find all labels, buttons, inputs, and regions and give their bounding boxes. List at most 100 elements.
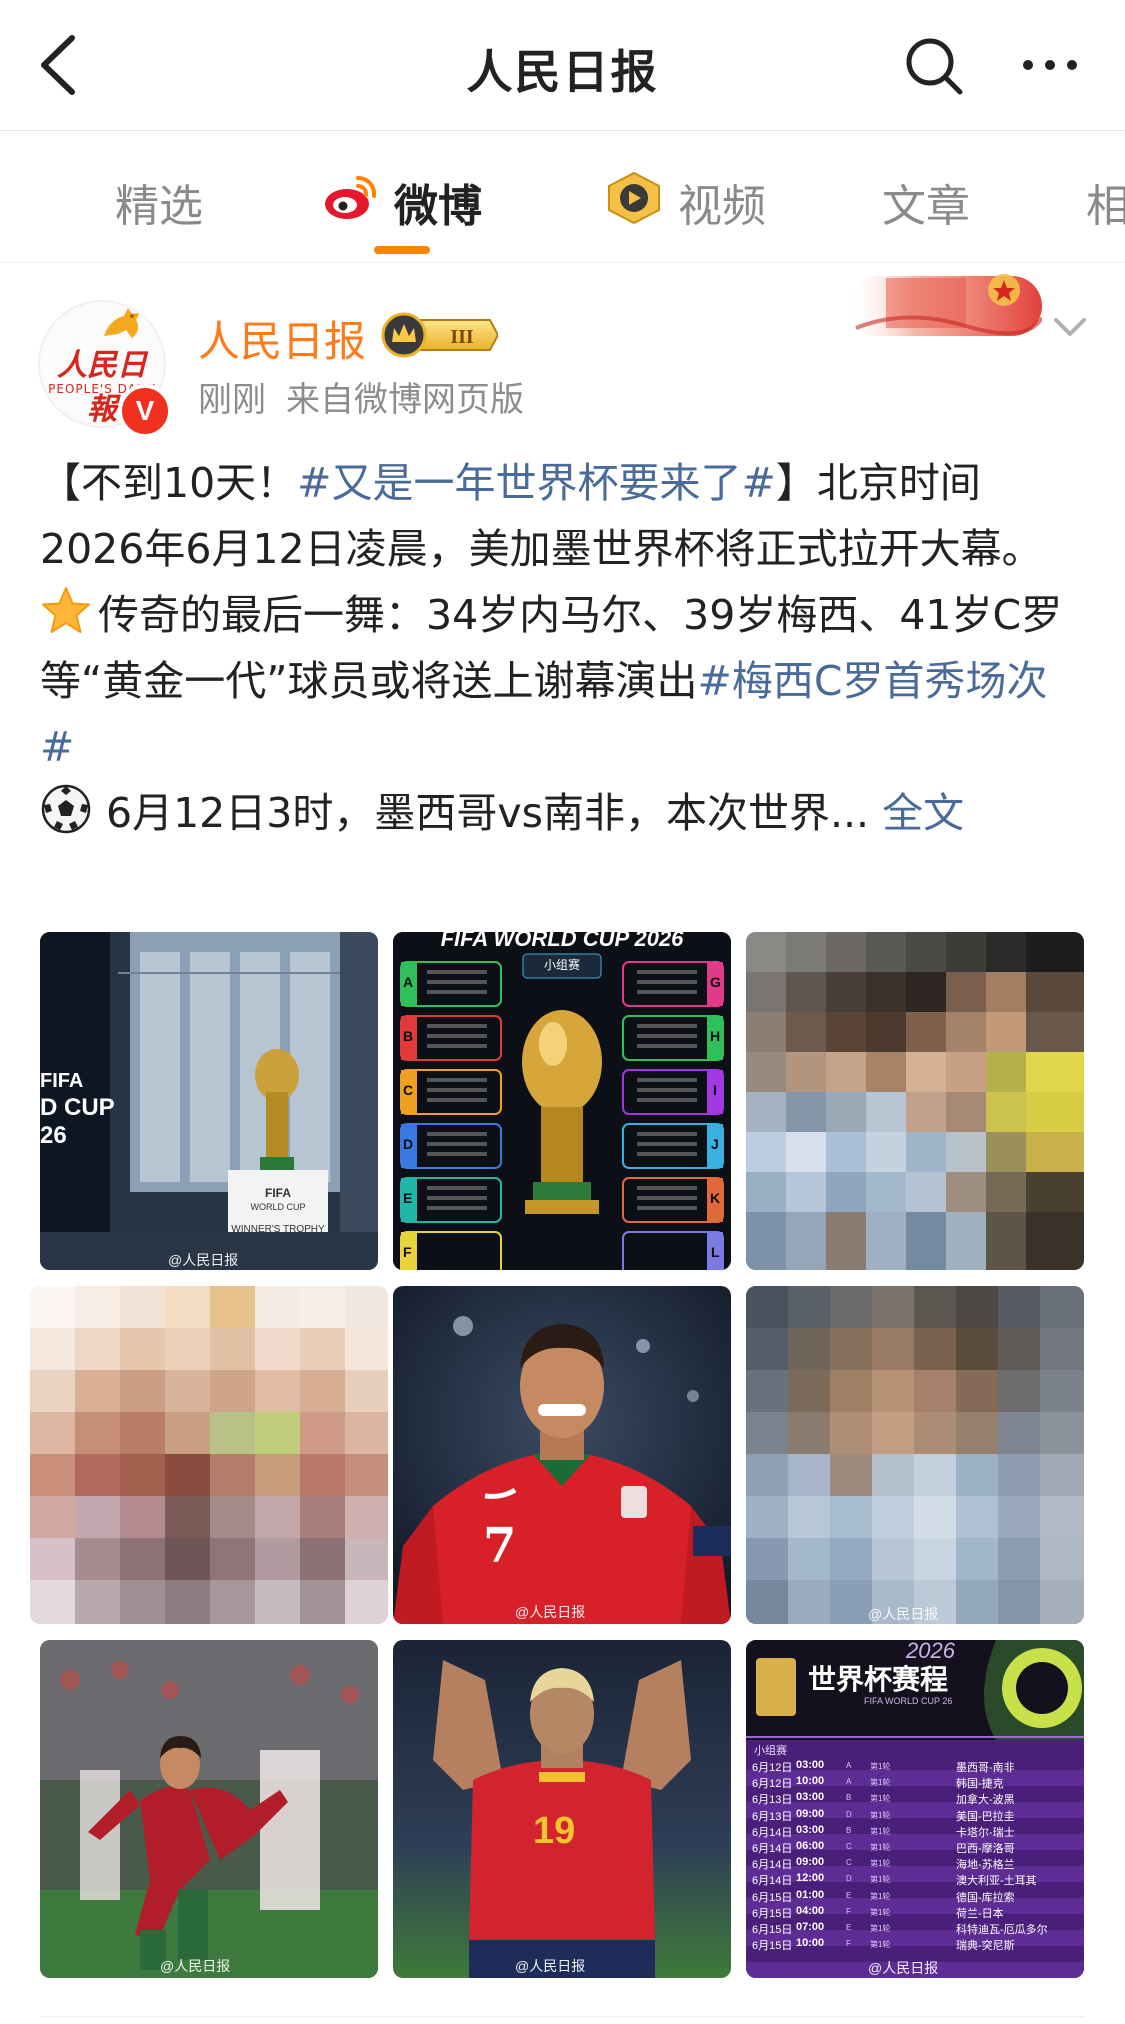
schedule-round: 第1轮	[870, 1891, 891, 1901]
schedule-time: 04:00	[796, 1904, 825, 1917]
image-9-schedule[interactable]: 2026 世界杯赛程 FIFA WORLD CUP 26 FIFA 小组赛 6月…	[746, 1640, 1084, 1978]
schedule-round: 第1轮	[870, 1762, 891, 1771]
schedule-round: 第1轮	[870, 1924, 891, 1933]
profile-tabs: 精选 微博 视频 文章 相	[0, 130, 1125, 263]
group-a-letter: A	[403, 974, 414, 990]
schedule-row: 6月12日 03:00 A 第1轮 墨西哥-南非	[746, 1758, 1084, 1774]
schedule-date: 6月15日	[752, 1907, 793, 1920]
image-3-pixelated[interactable]	[746, 932, 1084, 1270]
schedule-match: 荷兰-日本	[956, 1907, 1004, 1920]
plinth-fifa: FIFA	[265, 1186, 291, 1200]
schedule-group: E	[846, 1890, 852, 1900]
schedule-match: 科特迪瓦-厄瓜多尔	[956, 1924, 1048, 1936]
celebration-photo-illustration	[40, 1640, 378, 1978]
schedule-group: D	[846, 1809, 852, 1819]
pixelated-photo	[30, 1286, 388, 1624]
poster-title: FIFA WORLD CUP 2026	[440, 932, 684, 951]
tab-weibo[interactable]: 微博	[394, 170, 482, 234]
schedule-date: 6月14日	[752, 1859, 793, 1872]
watermark: @人民日报	[160, 1958, 231, 1974]
top-bar: 人民日报	[0, 0, 1125, 131]
schedule-match: 美国-巴拉圭	[956, 1810, 1015, 1823]
schedule-row: 6月15日 07:00 E 第1轮 科特迪瓦-厄瓜多尔	[746, 1920, 1084, 1936]
schedule-title: 世界杯赛程	[808, 1664, 949, 1695]
schedule-time: 03:00	[796, 1791, 825, 1804]
schedule-round: 第1轮	[870, 1810, 891, 1820]
schedule-round: 第1轮	[870, 1778, 891, 1788]
search-icon[interactable]	[900, 30, 970, 100]
author-name[interactable]: 人民日报	[198, 308, 366, 369]
text-lead: 【不到10天！	[40, 459, 298, 507]
tab-albums-partial[interactable]: 相	[1086, 170, 1125, 234]
more-options-icon[interactable]	[1015, 30, 1085, 100]
schedule-match: 卡塔尔-瑞士	[956, 1826, 1015, 1839]
schedule-row: 6月14日 06:00 C 第1轮 巴西-摩洛哥	[746, 1839, 1084, 1855]
schedule-round: 第1轮	[870, 1794, 891, 1804]
schedule-round: 第1轮	[870, 1826, 891, 1836]
schedule-subtitle: FIFA WORLD CUP 26	[864, 1696, 953, 1706]
schedule-match: 澳大利亚-土耳其	[956, 1875, 1037, 1888]
schedule-group: F	[846, 1939, 851, 1949]
pixelated-photo	[746, 932, 1084, 1270]
schedule-time: 09:00	[796, 1856, 825, 1869]
chevron-down-icon[interactable]	[1050, 312, 1090, 342]
schedule-row: 6月14日 09:00 C 第1轮 海地-苏格兰	[746, 1855, 1084, 1871]
tab-video[interactable]: 视频	[678, 170, 766, 234]
schedule-row: 6月15日 04:00 F 第1轮 荷兰-日本	[746, 1904, 1084, 1920]
weibo-logo-icon	[325, 175, 377, 219]
image-8-yamal[interactable]: 19 @人民日报	[393, 1640, 731, 1978]
decorative-card-banner	[846, 274, 1042, 336]
schedule-group: C	[846, 1842, 852, 1851]
image-7-celebration[interactable]: @人民日报	[40, 1640, 378, 1978]
schedule-row: 6月12日 10:00 A 第1轮 韩国-捷克	[746, 1774, 1084, 1790]
group-b-letter: B	[403, 1028, 414, 1044]
schedule-match: 加拿大-波黑	[956, 1794, 1015, 1807]
schedule-match: 瑞典-突尼斯	[956, 1940, 1015, 1953]
active-tab-indicator	[374, 246, 430, 254]
player-19-photo-illustration	[393, 1640, 731, 1978]
horse-emblem-icon	[104, 308, 140, 338]
schedule-round: 第1轮	[870, 1940, 891, 1950]
text-body-3: 6月12日3时，墨西哥vs南非，本次世界...	[106, 789, 870, 837]
schedule-date: 6月12日	[752, 1762, 793, 1774]
schedule-date: 6月14日	[752, 1875, 793, 1888]
schedule-date: 6月15日	[752, 1891, 793, 1904]
schedule-date: 6月13日	[752, 1794, 793, 1807]
schedule-date: 6月15日	[752, 1940, 793, 1953]
schedule-row: 6月14日 12:00 D 第1轮 澳大利亚-土耳其	[746, 1871, 1084, 1887]
tab-featured[interactable]: 精选	[115, 170, 203, 234]
schedule-time: 10:00	[796, 1775, 825, 1788]
member-level-badge[interactable]: III	[380, 312, 498, 358]
tab-articles[interactable]: 文章	[882, 170, 970, 234]
hashtag-worldcup[interactable]: #又是一年世界杯要来了#	[297, 459, 776, 507]
image-2-groups[interactable]: FIFA WORLD CUP 2026 小组赛 A B C D E F G H …	[393, 932, 731, 1270]
world-cup-text: D CUP	[40, 1094, 115, 1121]
schedule-round: 第1轮	[870, 1859, 891, 1869]
watermark: @人民日报	[868, 1960, 939, 1976]
star-emoji-icon	[42, 587, 90, 633]
group-e-letter: E	[403, 1190, 413, 1206]
group-g-letter: G	[710, 974, 721, 990]
schedule-row: 6月13日 03:00 B 第1轮 加拿大-波黑	[746, 1790, 1084, 1806]
image-4-pixelated[interactable]	[30, 1286, 388, 1624]
schedule-match: 巴西-摩洛哥	[956, 1843, 1015, 1855]
schedule-time: 10:00	[796, 1937, 825, 1950]
post-time: 刚刚	[198, 380, 266, 420]
image-6-pixelated[interactable]: @人民日报	[746, 1286, 1084, 1624]
schedule-round: 第1轮	[870, 1843, 891, 1852]
image-1-trophy[interactable]: FIFA D CUP 26 FIFA WORLD CUP WINNER'S TR…	[40, 932, 378, 1270]
post-text: 【不到10天！#又是一年世界杯要来了#】北京时间2026年6月12日凌晨，美加墨…	[40, 450, 1080, 846]
post-paragraph-3: 6月12日3时，墨西哥vs南非，本次世界... 全文	[40, 780, 1080, 846]
watermark: @人民日报	[868, 1606, 939, 1622]
image-5-ronaldo[interactable]: 7 @人民日报	[393, 1286, 731, 1624]
player-photo-illustration	[393, 1286, 731, 1624]
schedule-time: 03:00	[796, 1759, 825, 1771]
group-k-letter: K	[710, 1190, 721, 1206]
fifa-text: FIFA	[40, 1070, 84, 1092]
video-tab-icon	[608, 171, 660, 225]
schedule-match: 德国-库拉索	[956, 1891, 1015, 1904]
schedule-time: 12:00	[796, 1872, 825, 1885]
full-text-link[interactable]: 全文	[882, 789, 964, 837]
jersey-number: 7	[483, 1518, 517, 1574]
schedule-time: 03:00	[796, 1823, 825, 1836]
